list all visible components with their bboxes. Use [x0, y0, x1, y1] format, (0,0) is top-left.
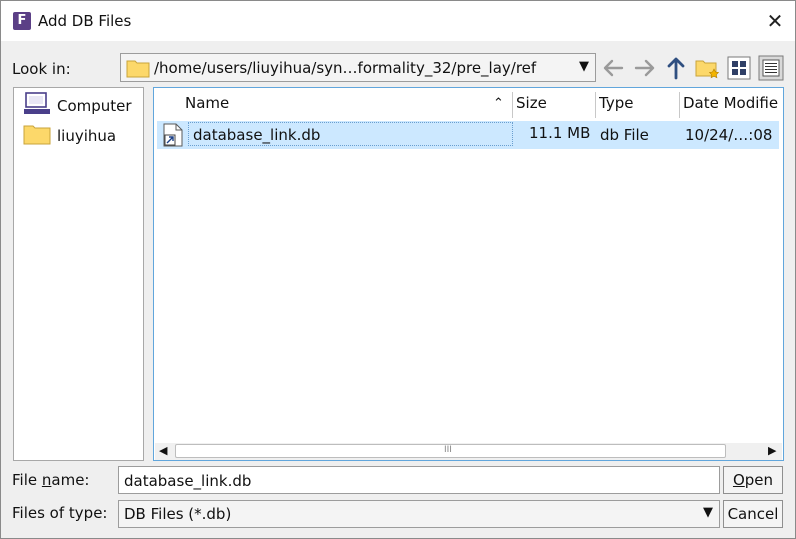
computer-icon [24, 92, 50, 114]
app-logo-icon: F [13, 12, 31, 30]
list-mode-icon[interactable] [726, 55, 752, 81]
file-name-label: File name: [12, 471, 90, 489]
column-header-date-modified[interactable]: Date Modifie [683, 94, 781, 112]
file-type-cell: db File [600, 126, 649, 144]
scroll-right-icon[interactable]: ▶ [768, 444, 776, 457]
places-sidebar: Computer liuyihua [13, 87, 144, 461]
folder-icon [126, 60, 150, 78]
column-header-type[interactable]: Type [599, 94, 677, 112]
file-date-cell: 10/24/…:08 [685, 126, 773, 144]
column-header-size[interactable]: Size [516, 94, 591, 112]
sort-ascending-icon: ⌃ [493, 96, 504, 111]
title-bar: F Add DB Files ✕ [1, 1, 795, 41]
sidebar-item-label: liuyihua [57, 127, 117, 145]
column-header: Name ⌃ Size Type Date Modifie [154, 88, 783, 120]
file-row[interactable]: database_link.db 11.1 MB db File 10/24/…… [157, 121, 779, 149]
file-name-value: database_link.db [124, 472, 252, 490]
scroll-grip: III [444, 445, 452, 455]
scrollbar-thumb[interactable]: III [175, 444, 726, 458]
close-icon[interactable]: ✕ [764, 9, 786, 33]
current-path: /home/users/liuyihua/syn…formality_32/pr… [154, 59, 537, 77]
files-of-type-value: DB Files (*.db) [124, 505, 232, 523]
sidebar-item-liuyihua[interactable]: liuyihua [22, 122, 142, 148]
scroll-left-icon[interactable]: ◀ [159, 444, 167, 457]
chevron-down-icon: ▼ [579, 59, 589, 74]
sidebar-item-computer[interactable]: Computer [22, 92, 142, 118]
files-of-type-select[interactable]: DB Files (*.db) ▼ [118, 500, 720, 528]
open-button[interactable]: Open [723, 466, 783, 494]
cancel-button[interactable]: Cancel [723, 500, 783, 528]
file-list: Name ⌃ Size Type Date Modifie database_l… [153, 87, 784, 461]
column-header-name[interactable]: Name [185, 94, 485, 112]
detail-mode-icon[interactable] [758, 55, 784, 81]
file-link-icon [163, 123, 183, 147]
window-title: Add DB Files [38, 12, 132, 30]
arrow-right-icon[interactable] [632, 55, 658, 81]
column-divider[interactable] [595, 92, 596, 118]
new-folder-icon[interactable] [694, 55, 720, 81]
folder-icon [23, 125, 51, 145]
sidebar-item-label: Computer [57, 97, 132, 115]
column-divider[interactable] [512, 92, 513, 118]
file-name-cell: database_link.db [193, 126, 321, 144]
look-in-combo[interactable]: /home/users/liuyihua/syn…formality_32/pr… [120, 53, 596, 82]
arrow-left-icon[interactable] [600, 55, 626, 81]
file-name-field[interactable]: database_link.db [118, 466, 720, 494]
look-in-label: Look in: [12, 60, 71, 78]
files-of-type-label: Files of type: [12, 504, 108, 522]
arrow-up-icon[interactable] [663, 55, 689, 81]
horizontal-scrollbar[interactable]: ◀ III ▶ [155, 443, 782, 460]
file-size-cell: 11.1 MB [529, 124, 591, 142]
column-divider[interactable] [679, 92, 680, 118]
chevron-down-icon: ▼ [703, 505, 713, 520]
add-db-files-dialog: F Add DB Files ✕ Look in: /home/users/li… [0, 0, 796, 539]
